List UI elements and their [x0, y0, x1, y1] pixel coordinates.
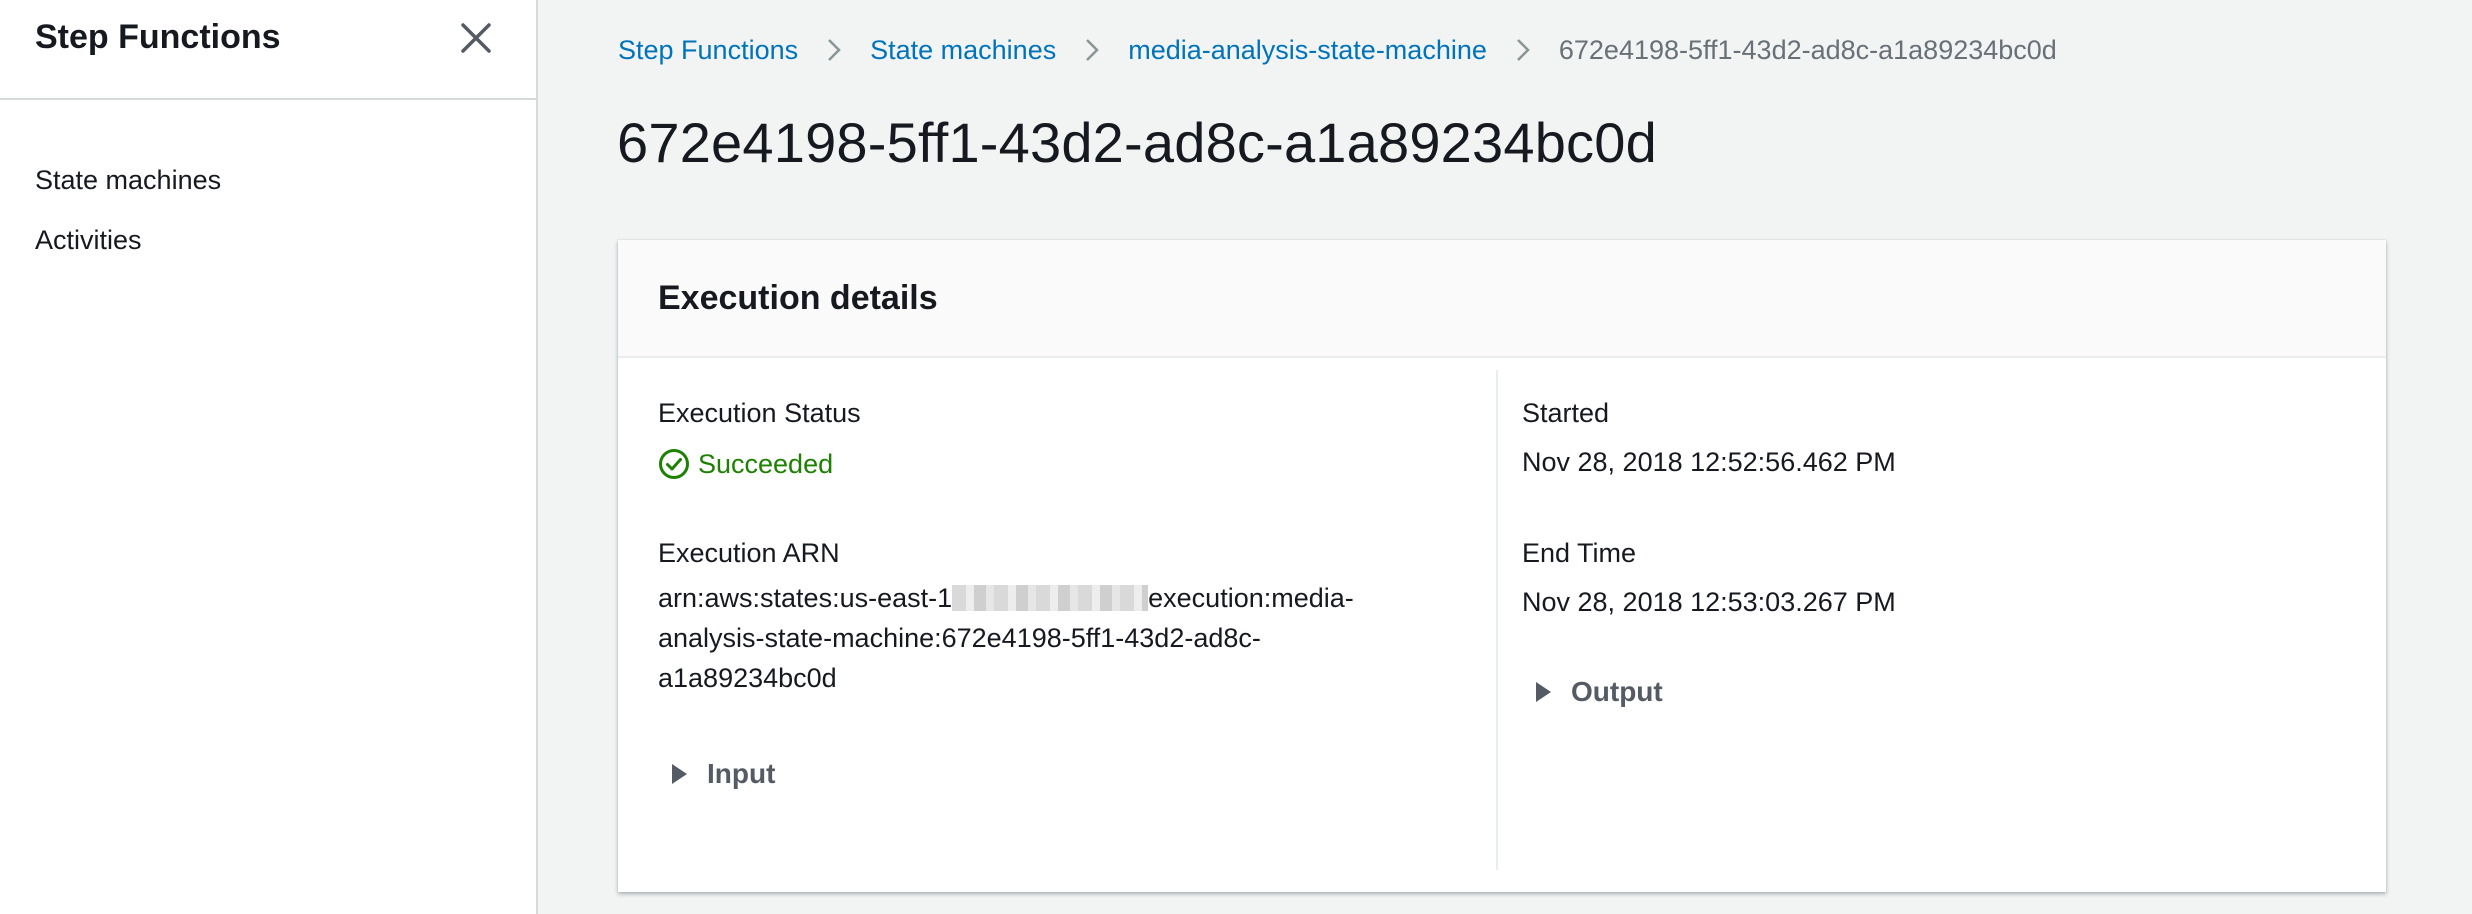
breadcrumb: Step Functions State machines media-anal…: [618, 30, 2057, 70]
execution-details-panel: Execution details Execution Status Succe…: [618, 240, 2386, 892]
sidebar-nav: State machines Activities: [0, 100, 536, 270]
arn-line-3: a1a89234bc0d: [658, 663, 837, 693]
breadcrumb-media-analysis-state-machine[interactable]: media-analysis-state-machine: [1128, 35, 1487, 66]
caret-right-icon: [672, 764, 687, 784]
execution-status-value: Succeeded: [698, 448, 834, 479]
breadcrumb-step-functions[interactable]: Step Functions: [618, 35, 798, 66]
caret-right-icon: [1536, 682, 1551, 702]
output-expander[interactable]: Output: [1536, 676, 1663, 708]
breadcrumb-current: 672e4198-5ff1-43d2-ad8c-a1a89234bc0d: [1558, 34, 2057, 65]
arn-suffix: execution:media-: [1148, 583, 1354, 613]
input-expander[interactable]: Input: [672, 758, 775, 790]
column-divider: [1496, 370, 1498, 870]
sidebar: Step Functions State machines Activities: [0, 0, 538, 914]
redacted-account-id: [952, 585, 1149, 611]
chevron-right-icon: [798, 37, 870, 63]
execution-arn-label: Execution ARN: [658, 538, 840, 568]
main-content: Step Functions State machines media-anal…: [540, 0, 2472, 914]
panel-title: Execution details: [658, 278, 938, 317]
arn-line-2: analysis-state-machine:672e4198-5ff1-43d…: [658, 623, 1261, 653]
chevron-right-icon: [1487, 37, 1559, 63]
app: Step Functions State machines Activities…: [0, 0, 2472, 914]
started-value: Nov 28, 2018 12:52:56.462 PM: [1522, 447, 1896, 477]
panel-header: Execution details: [618, 240, 2386, 358]
end-time-value: Nov 28, 2018 12:53:03.267 PM: [1522, 587, 1896, 617]
input-label: Input: [707, 758, 776, 789]
execution-status-label: Execution Status: [658, 398, 861, 428]
execution-arn-value: arn:aws:states:us-east-1 execution:media-…: [658, 578, 1478, 698]
sidebar-item-activities[interactable]: Activities: [0, 210, 536, 270]
sidebar-header: Step Functions: [0, 0, 536, 100]
status-badge: Succeeded: [658, 448, 833, 480]
page-title: 672e4198-5ff1-43d2-ad8c-a1a89234bc0d: [617, 111, 1657, 174]
arn-line-1: arn:aws:states:us-east-1 execution:media-: [658, 578, 1478, 618]
started-label: Started: [1522, 398, 1610, 428]
output-label: Output: [1571, 676, 1663, 707]
breadcrumb-state-machines[interactable]: State machines: [870, 35, 1056, 66]
arn-prefix: arn:aws:states:us-east-1: [658, 583, 953, 613]
check-circle-icon: [659, 449, 689, 479]
end-time-label: End Time: [1522, 538, 1637, 568]
chevron-right-icon: [1056, 37, 1128, 63]
sidebar-item-state-machines[interactable]: State machines: [0, 150, 536, 210]
close-icon[interactable]: [456, 18, 496, 58]
sidebar-title: Step Functions: [35, 18, 281, 56]
